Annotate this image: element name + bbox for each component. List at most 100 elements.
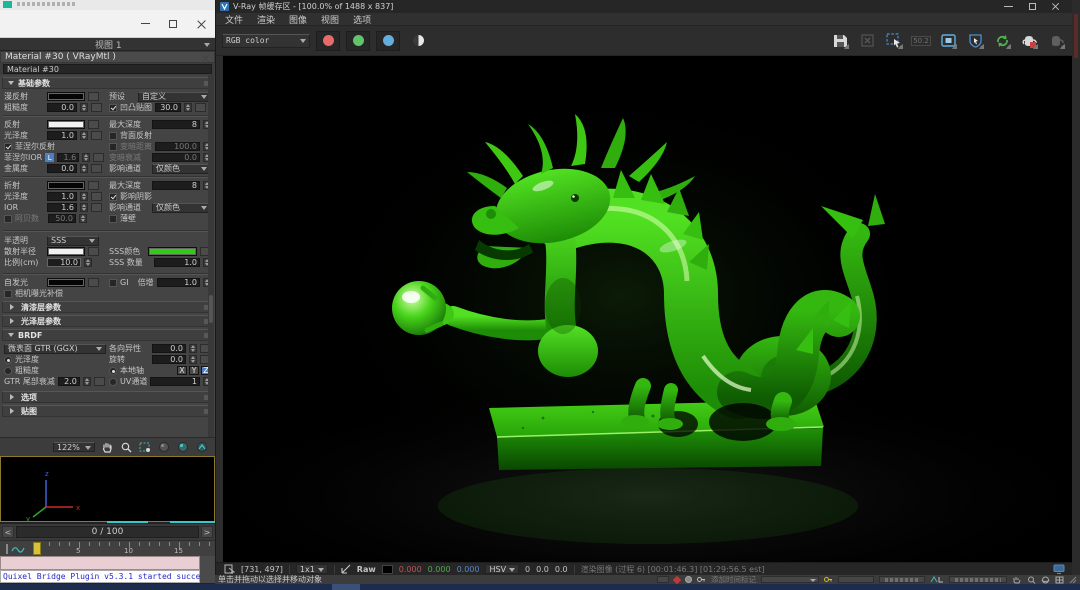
camera-exposure-checkbox[interactable] — [4, 290, 12, 298]
resize-grip-icon[interactable] — [1069, 576, 1077, 584]
chevron-down-icon[interactable] — [204, 43, 210, 50]
ior-spinner[interactable] — [80, 203, 88, 212]
next-frame-button[interactable]: > — [201, 526, 213, 538]
orbit-view-icon[interactable] — [1041, 576, 1050, 584]
diffuse-map-button[interactable] — [88, 92, 99, 101]
axis-x-button[interactable]: X — [177, 366, 187, 375]
bump-value[interactable]: 30.0 — [155, 103, 181, 112]
microfacet-dropdown[interactable]: 微表面 GTR (GGX) — [4, 344, 106, 354]
ior-value[interactable]: 1.6 — [47, 203, 77, 212]
fit-to-window-button[interactable] — [938, 32, 958, 50]
red-channel-button[interactable] — [316, 31, 340, 51]
refract-color-swatch[interactable] — [47, 181, 85, 190]
max-depth-value[interactable]: 8 — [152, 120, 200, 129]
save-image-button[interactable] — [830, 32, 850, 50]
roughness-map-button[interactable] — [91, 103, 102, 112]
menu-render[interactable]: 渲染 — [257, 13, 275, 26]
rollout-maps[interactable]: 贴图 — [2, 405, 213, 417]
menu-image[interactable]: 图像 — [289, 13, 307, 26]
dim-distance-value[interactable]: 100.0 — [155, 142, 200, 151]
time-ruler[interactable]: 5 10 15 — [0, 540, 215, 556]
gi-checkbox[interactable] — [109, 279, 117, 287]
affect-shadows-checkbox[interactable] — [109, 193, 117, 201]
metalness-value[interactable]: 0.0 — [47, 164, 77, 173]
rollout-coat[interactable]: 清漆层参数 — [2, 301, 213, 313]
statusbar-button[interactable] — [879, 576, 925, 583]
metalness-spinner[interactable] — [80, 164, 88, 173]
rotation-spinner[interactable] — [189, 355, 197, 364]
vfb-minimize-button[interactable] — [996, 1, 1020, 13]
zoom-icon[interactable] — [119, 441, 133, 453]
uv-channel-radio[interactable] — [109, 378, 117, 386]
key-filter-icon[interactable] — [4, 542, 30, 556]
render-canvas[interactable] — [223, 56, 1073, 562]
self-illum-map-button[interactable] — [88, 278, 99, 287]
affect-channels-dropdown[interactable]: 仅颜色 — [152, 164, 211, 174]
add-time-tag-label[interactable]: 添加时间标记 — [711, 575, 756, 584]
params-scrollbar[interactable] — [208, 75, 214, 437]
show-shaded-material-icon[interactable] — [176, 441, 190, 453]
multiplier-value[interactable]: 1.0 — [157, 278, 200, 287]
reflect-color-swatch[interactable] — [47, 120, 85, 129]
gtr-falloff-map-button[interactable] — [94, 377, 105, 386]
brdf-glossiness-radio[interactable] — [4, 356, 12, 364]
fresnel-ior-value[interactable]: 1.6 — [57, 153, 79, 162]
selection-lock-icon[interactable] — [673, 575, 681, 583]
sss-amount-value[interactable]: 1.0 — [154, 258, 200, 267]
refract-channels-dropdown[interactable]: 仅颜色 — [152, 203, 211, 213]
frame-counter-field[interactable]: 0 / 100 — [16, 526, 199, 538]
hsv-dropdown[interactable]: HSV — [485, 564, 519, 574]
globe-icon[interactable] — [685, 576, 692, 583]
channel-dropdown[interactable]: RGB color — [222, 34, 310, 48]
render-button[interactable] — [1019, 32, 1039, 50]
time-slider-marker[interactable] — [33, 542, 41, 555]
ior-map-button[interactable] — [91, 203, 102, 212]
statusbar-field[interactable] — [838, 576, 874, 583]
abbe-spinner[interactable] — [79, 214, 87, 223]
back-reflect-checkbox[interactable] — [109, 132, 117, 140]
gtr-falloff-value[interactable]: 2.0 — [58, 377, 80, 386]
sss-color-swatch[interactable] — [148, 247, 197, 256]
gtr-falloff-spinner[interactable] — [83, 377, 91, 386]
material-close-icon[interactable] — [201, 53, 210, 62]
vfb-maximize-button[interactable] — [1020, 1, 1044, 13]
thin-walled-checkbox[interactable] — [109, 215, 117, 223]
region-render-button[interactable] — [884, 32, 904, 50]
scatter-radius-swatch[interactable] — [47, 247, 85, 256]
scale-value[interactable]: 10.0 — [47, 258, 81, 267]
fresnel-ior-lock-button[interactable]: L — [45, 153, 54, 162]
display-correction-icon[interactable] — [1053, 564, 1065, 574]
mono-channel-button[interactable] — [406, 31, 430, 51]
statusbar-button[interactable] — [949, 576, 1007, 583]
abbe-value[interactable]: 50.0 — [48, 214, 76, 223]
uv-channel-value[interactable]: 1 — [150, 377, 200, 386]
fresnel-ior-spinner[interactable] — [82, 153, 90, 162]
listener-scroll-strip[interactable] — [200, 556, 215, 583]
me-zoom-dropdown[interactable]: 122% — [53, 442, 95, 452]
set-key-icon[interactable] — [824, 576, 833, 583]
bump-spinner[interactable] — [184, 103, 192, 112]
refract-gloss-spinner[interactable] — [80, 192, 88, 201]
rollout-brdf[interactable]: BRDF — [2, 329, 213, 341]
maximize-button[interactable] — [159, 15, 187, 33]
metalness-map-button[interactable] — [91, 164, 102, 173]
zoom-region-icon[interactable] — [138, 441, 152, 453]
self-illum-swatch[interactable] — [47, 278, 85, 287]
rollout-options[interactable]: 选项 — [2, 391, 213, 403]
rollout-basic-params[interactable]: 基础参数 — [2, 77, 213, 89]
windows-taskbar[interactable] — [0, 584, 1080, 590]
render-last-button[interactable] — [992, 32, 1012, 50]
macro-recorder-pane[interactable] — [0, 556, 200, 570]
pan-view-icon[interactable] — [1012, 576, 1022, 584]
roughness-spinner[interactable] — [80, 103, 88, 112]
zoom-view-icon[interactable] — [1027, 576, 1036, 584]
refract-map-button[interactable] — [88, 181, 99, 190]
translucency-dropdown[interactable]: SSS — [47, 236, 99, 246]
axis-y-button[interactable]: Y — [189, 366, 199, 375]
anisotropy-spinner[interactable] — [189, 344, 197, 353]
refract-max-depth-value[interactable]: 8 — [152, 181, 200, 190]
menu-view[interactable]: 视图 — [321, 13, 339, 26]
material-sphere-icon[interactable] — [157, 441, 171, 453]
show-background-icon[interactable] — [195, 441, 209, 453]
preset-dropdown[interactable]: 自定义 — [138, 92, 211, 102]
